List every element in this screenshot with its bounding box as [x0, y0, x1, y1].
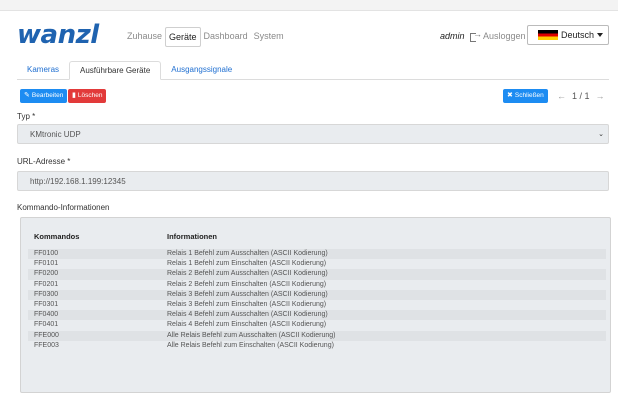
- table-row: FF0401 Relais 4 Befehl zum Einschalten (A…: [28, 320, 606, 330]
- tab-ausgangssignale[interactable]: Ausgangssignale: [161, 61, 242, 79]
- header-informationen: Informationen: [167, 232, 217, 241]
- edit-button[interactable]: ✎ Bearbeiten: [20, 89, 68, 103]
- type-value: KMtronic UDP: [30, 129, 81, 139]
- main-nav: Zuhause Geräte Dashboard System: [124, 27, 287, 47]
- arrow-left-icon[interactable]: ←: [557, 91, 566, 101]
- command-code: FFE000: [34, 331, 59, 339]
- command-info: Relais 2 Befehl zum Einschalten (ASCII K…: [167, 280, 327, 288]
- pagination: ← 1 / 1 →: [557, 91, 605, 101]
- username: admin: [440, 31, 465, 41]
- url-label: URL-Adresse *: [17, 157, 71, 166]
- command-info: Relais 4 Befehl zum Ausschalten (ASCII K…: [167, 311, 328, 319]
- command-code: FF0200: [34, 270, 59, 278]
- command-code: FF0100: [34, 250, 59, 257]
- close-icon: ✖: [507, 92, 513, 99]
- close-label: Schließen: [514, 92, 544, 99]
- language-label: Deutsch: [561, 30, 595, 40]
- table-row: FF0201 Relais 2 Befehl zum Einschalten (A…: [28, 280, 606, 290]
- header-kommandos: Kommandos: [34, 232, 80, 241]
- command-code: FF0400: [34, 311, 59, 319]
- logout-label: Ausloggen: [483, 31, 526, 41]
- commands-panel: Kommandos Informationen FF0100 Relais 1 B…: [20, 217, 611, 393]
- commands-label: Kommando-Informationen: [17, 203, 110, 212]
- table-row: FFE003 Alle Relais Befehl zum Einschalten…: [28, 341, 606, 351]
- caret-down-icon: [597, 33, 604, 37]
- logout-icon: [470, 29, 482, 42]
- top-navbar: wanzl Zuhause Geräte Dashboard System ad…: [0, 11, 618, 53]
- close-button[interactable]: ✖ Schließen: [503, 89, 548, 103]
- nav-item-dashboard[interactable]: Dashboard: [201, 27, 251, 47]
- table-row: FF0300 Relais 3 Befehl zum Ausschalten (A…: [28, 289, 606, 300]
- edit-label: Bearbeiten: [31, 92, 64, 99]
- command-code: FF0201: [34, 280, 59, 288]
- command-info: Alle Relais Befehl zum Ausschalten (ASCI…: [167, 331, 336, 339]
- type-label: Typ *: [17, 112, 36, 121]
- nav-item-system[interactable]: System: [251, 27, 287, 47]
- page: wanzl Zuhause Geräte Dashboard System ad…: [0, 10, 618, 407]
- nav-item-geraete[interactable]: Geräte: [165, 27, 201, 47]
- command-info: Relais 1 Befehl zum Einschalten (ASCII K…: [167, 260, 327, 268]
- commands-table-body: FF0100 Relais 1 Befehl zum Ausschalten (A…: [28, 249, 606, 351]
- command-info: Relais 3 Befehl zum Einschalten (ASCII K…: [167, 300, 327, 308]
- arrow-right-icon[interactable]: →: [596, 91, 605, 101]
- command-info: Alle Relais Befehl zum Einschalten (ASCI…: [167, 341, 334, 349]
- command-info: Relais 1 Befehl zum Ausschalten (ASCII K…: [167, 250, 328, 257]
- url-field[interactable]: http://192.168.1.199:12345: [17, 171, 609, 191]
- command-info: Relais 4 Befehl zum Einschalten (ASCII K…: [167, 321, 327, 329]
- table-row: FF0200 Relais 2 Befehl zum Ausschalten (A…: [28, 269, 606, 280]
- tab-ausfuehrbare-geraete[interactable]: Ausführbare Geräte: [69, 61, 162, 80]
- command-info: Relais 2 Befehl zum Ausschalten (ASCII K…: [167, 270, 328, 278]
- logout-link[interactable]: Ausloggen: [470, 29, 526, 42]
- command-code: FF0401: [34, 321, 59, 329]
- commands-table-header: Kommandos Informationen: [34, 232, 604, 242]
- trash-icon: ▮: [72, 92, 76, 99]
- command-code: FF0301: [34, 300, 59, 308]
- table-row: FF0301 Relais 3 Befehl zum Einschalten (A…: [28, 300, 606, 310]
- table-row: FF0101 Relais 1 Befehl zum Einschalten (A…: [28, 259, 606, 269]
- table-row: FF0100 Relais 1 Befehl zum Ausschalten (A…: [28, 249, 606, 260]
- tab-kameras[interactable]: Kameras: [17, 61, 69, 79]
- device-tabs: Kameras Ausführbare Geräte Ausgangssigna…: [17, 61, 609, 80]
- nav-item-zuhause[interactable]: Zuhause: [124, 27, 165, 47]
- table-row: FFE000 Alle Relais Befehl zum Ausschalten…: [28, 330, 606, 341]
- german-flag-icon: [538, 30, 558, 40]
- pencil-icon: ✎: [24, 92, 30, 99]
- command-info: Relais 3 Befehl zum Ausschalten (ASCII K…: [167, 290, 328, 298]
- language-dropdown[interactable]: Deutsch: [527, 25, 609, 45]
- toolbar: ✎ Bearbeiten ▮ Löschen ✖ Schließen ← 1 /…: [20, 89, 610, 103]
- delete-label: Löschen: [77, 92, 103, 99]
- url-value: http://192.168.1.199:12345: [30, 176, 126, 186]
- wanzl-logo[interactable]: wanzl: [17, 22, 99, 48]
- command-code: FF0101: [34, 260, 59, 268]
- type-select[interactable]: KMtronic UDP ⌄: [17, 124, 609, 144]
- chevron-down-icon: ⌄: [598, 131, 604, 138]
- table-row: FF0400 Relais 4 Befehl zum Ausschalten (A…: [28, 310, 606, 321]
- page-indicator: 1 / 1: [572, 91, 590, 101]
- command-code: FFE003: [34, 341, 59, 349]
- command-code: FF0300: [34, 290, 59, 298]
- delete-button[interactable]: ▮ Löschen: [68, 89, 107, 103]
